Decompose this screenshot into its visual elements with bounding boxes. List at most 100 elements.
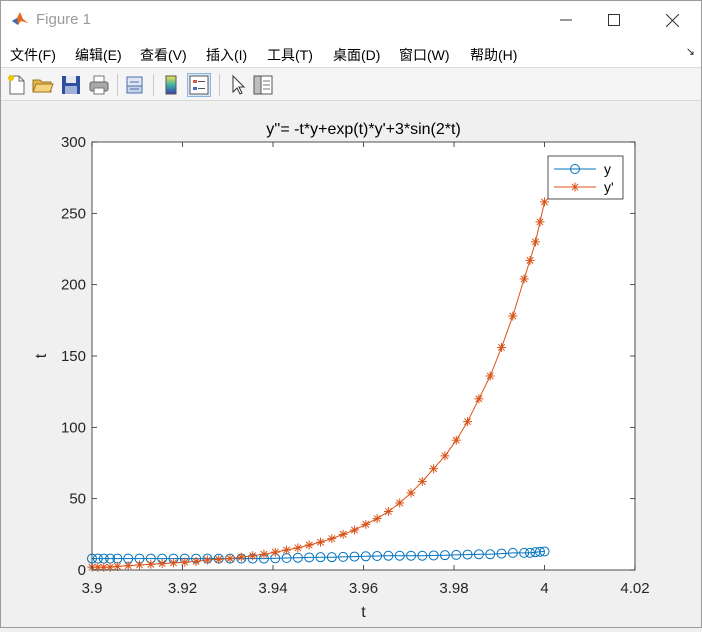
menu-file[interactable]: 文件(F) <box>10 45 56 65</box>
open-file-icon <box>32 79 54 93</box>
y-tick-label: 200 <box>61 277 86 294</box>
y-tick-label: 250 <box>61 205 86 222</box>
data-point <box>383 507 393 517</box>
open-file-button[interactable] <box>31 73 55 97</box>
legend-button[interactable] <box>187 73 211 97</box>
edit-plot-button[interactable] <box>225 73 249 97</box>
x-tick-label: 3.94 <box>258 580 287 597</box>
data-point <box>440 451 450 461</box>
x-tick-label: 3.92 <box>168 580 197 597</box>
data-point <box>535 217 545 227</box>
property-inspector-button[interactable] <box>251 73 275 97</box>
maximize-icon <box>608 14 620 26</box>
y-tick-label: 100 <box>61 419 86 436</box>
x-tick-label: 3.9 <box>82 580 103 597</box>
plot-figure[interactable]: 3.9 3.92 3.94 3.96 3.98 4 4.02 0 50 100 150 200 250 3… <box>1 101 701 627</box>
figure-window: Figure 1 文件(F) 编辑(E) 查看(V) 插入(I) 工具(T) 桌… <box>0 0 702 628</box>
data-point <box>282 545 292 555</box>
title-bar[interactable]: Figure 1 <box>1 1 701 39</box>
data-point <box>372 514 382 524</box>
x-tick-label: 3.98 <box>439 580 468 597</box>
menu-dock-arrow-icon[interactable]: ↘ <box>686 45 695 58</box>
y-tick-label: 150 <box>61 348 86 365</box>
data-point <box>338 529 348 539</box>
menu-help[interactable]: 帮助(H) <box>470 45 517 65</box>
data-point <box>530 237 540 247</box>
data-point <box>225 554 235 564</box>
legend[interactable]: y y' <box>547 155 624 200</box>
minimize-button[interactable] <box>539 1 593 39</box>
data-point <box>202 555 212 565</box>
property-inspector-icon <box>253 75 273 95</box>
menu-window[interactable]: 窗口(W) <box>399 45 450 65</box>
data-point <box>123 561 133 571</box>
plot-axes-background <box>92 142 635 570</box>
data-point <box>248 551 258 561</box>
legend-label: y <box>604 161 611 177</box>
new-figure-icon <box>8 75 25 95</box>
data-point <box>236 552 246 562</box>
x-axis-label: t <box>361 604 366 621</box>
data-point <box>485 371 495 381</box>
data-point <box>168 558 178 568</box>
menu-desktop[interactable]: 桌面(D) <box>333 45 380 65</box>
menu-view[interactable]: 查看(V) <box>140 45 187 65</box>
y-tick-label: 50 <box>69 491 86 508</box>
menu-edit[interactable]: 编辑(E) <box>75 45 122 65</box>
data-point <box>157 559 167 569</box>
save-button[interactable] <box>59 73 83 97</box>
menu-insert[interactable]: 插入(I) <box>206 45 247 65</box>
data-point <box>349 525 359 535</box>
data-point <box>417 477 427 487</box>
data-point <box>463 417 473 427</box>
data-point <box>451 435 461 445</box>
matlab-logo-icon <box>12 12 28 25</box>
data-point <box>508 311 518 321</box>
data-point <box>270 547 280 557</box>
print-button[interactable] <box>87 73 111 97</box>
save-icon <box>62 76 80 94</box>
data-point <box>395 498 405 508</box>
legend-label: y' <box>604 179 614 195</box>
y-tick-label: 300 <box>61 134 86 151</box>
data-point <box>316 537 326 547</box>
data-point <box>525 255 535 265</box>
data-point <box>135 560 145 570</box>
data-point <box>497 342 507 352</box>
data-point <box>180 557 190 567</box>
data-point <box>327 534 337 544</box>
close-icon <box>665 13 679 27</box>
colorbar-button[interactable] <box>159 73 183 97</box>
y-axis-label: t <box>33 353 50 358</box>
data-point <box>361 519 371 529</box>
close-button[interactable] <box>645 1 699 39</box>
legend-marker <box>570 182 580 192</box>
maximize-button[interactable] <box>587 1 641 39</box>
data-point <box>259 549 269 559</box>
data-point <box>474 394 484 404</box>
legend-icon <box>189 75 209 95</box>
print-icon <box>89 75 109 95</box>
data-point <box>406 488 416 498</box>
menu-tools[interactable]: 工具(T) <box>267 45 313 65</box>
data-point <box>146 559 156 569</box>
pointer-icon <box>232 74 246 95</box>
x-tick-label: 4 <box>540 580 548 597</box>
data-point <box>112 561 122 571</box>
new-figure-button[interactable] <box>5 73 29 97</box>
data-point <box>429 464 439 474</box>
link-plot-button[interactable] <box>123 73 147 97</box>
data-point <box>519 274 529 284</box>
colorbar-icon <box>165 75 177 95</box>
minimize-icon <box>560 19 572 21</box>
chart-title: y''= -t*y+exp(t)*y'+3*sin(2*t) <box>266 121 461 138</box>
link-plot-icon <box>126 76 143 94</box>
window-title: Figure 1 <box>36 11 92 28</box>
data-point <box>304 540 314 550</box>
data-point <box>293 543 303 553</box>
data-point <box>191 556 201 566</box>
y-tick-label: 0 <box>78 562 86 579</box>
x-tick-label: 3.96 <box>349 580 378 597</box>
figure-canvas-area: 3.9 3.92 3.94 3.96 3.98 4 4.02 0 50 100 150 200 250 3… <box>1 101 701 627</box>
data-point <box>214 554 224 564</box>
